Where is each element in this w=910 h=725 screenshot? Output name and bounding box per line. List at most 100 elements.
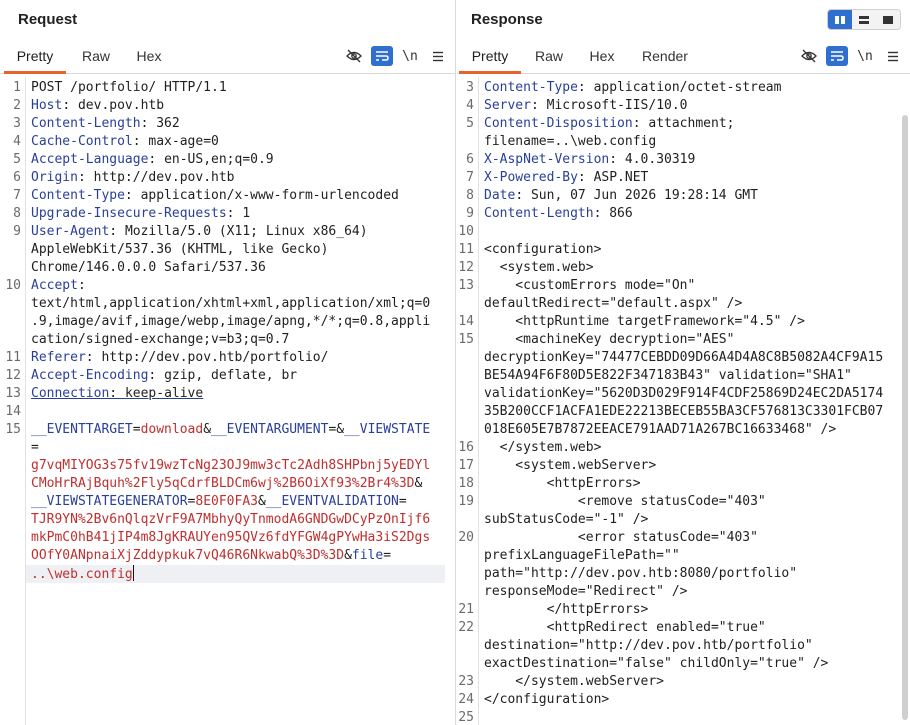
wrap-lines-icon[interactable] — [826, 46, 848, 66]
code-line[interactable]: Content-Type: application/octet-stream — [484, 79, 898, 97]
code-line[interactable]: </system.web> — [484, 439, 898, 457]
code-line[interactable]: User-Agent: Mozilla/5.0 (X11; Linux x86_… — [31, 223, 445, 241]
code-line[interactable]: Content-Type: application/x-www-form-url… — [31, 187, 445, 205]
request-tab-hex[interactable]: Hex — [126, 38, 172, 74]
wrap-lines-icon[interactable] — [371, 46, 393, 66]
code-line[interactable]: CMoHrRAjBquh%2Fly5qCdrfBLDCm6wj%2B6OiXf9… — [31, 475, 445, 493]
code-line[interactable]: POST /portfolio/ HTTP/1.1 — [31, 79, 445, 97]
header-separator: : — [148, 152, 165, 167]
header-value: Microsoft-IIS/10.0 — [546, 98, 688, 113]
code-line[interactable]: responseMode="Redirect" /> — [484, 583, 898, 601]
code-line[interactable]: validationKey="5620D3D029F914F4CDF25869D… — [484, 385, 898, 403]
code-line[interactable]: </configuration> — [484, 691, 898, 709]
code-line[interactable]: path="http://dev.pov.htb:8080/portfolio" — [484, 565, 898, 583]
code-line[interactable]: Cache-Control: max-age=0 — [31, 133, 445, 151]
header-value: 1 — [242, 206, 251, 221]
code-line[interactable]: defaultRedirect="default.aspx" /> — [484, 295, 898, 313]
code-line[interactable]: ..\web.config — [31, 565, 445, 583]
line-number: 24 — [458, 692, 474, 707]
code-line[interactable]: text/html,application/xhtml+xml,applicat… — [31, 295, 445, 313]
code-line[interactable]: Origin: http://dev.pov.htb — [31, 169, 445, 187]
code-line[interactable]: X-Powered-By: ASP.NET — [484, 169, 898, 187]
menu-icon[interactable] — [882, 46, 904, 66]
code-line[interactable]: <customErrors mode="On" — [484, 277, 898, 295]
code-line[interactable]: <configuration> — [484, 241, 898, 259]
code-line[interactable]: X-AspNet-Version: 4.0.30319 — [484, 151, 898, 169]
header-value: Mozilla/5.0 (X11; Linux x86_64) — [124, 224, 368, 239]
header-name: Accept-Encoding — [31, 368, 149, 383]
code-line[interactable]: <system.webServer> — [484, 457, 898, 475]
header-separator: : — [609, 152, 625, 167]
response-tab-render[interactable]: Render — [635, 38, 695, 74]
code-line[interactable]: <remove statusCode="403" — [484, 493, 898, 511]
newline-toggle[interactable]: \n — [399, 46, 421, 66]
code-line[interactable]: g7vqMIYOG3s75fv19wzTcNg23OJ9mw3cTc2Adh8S… — [31, 457, 445, 475]
code-line[interactable]: <httpRedirect enabled="true" — [484, 619, 898, 637]
code-line[interactable]: Accept-Encoding: gzip, deflate, br — [31, 367, 445, 385]
code-line[interactable]: decryptionKey="74477CEBDD09D66A4D4A8C8B5… — [484, 349, 898, 367]
code-line[interactable] — [484, 223, 898, 241]
header-name: Accept — [31, 278, 78, 293]
code-line[interactable]: </httpErrors> — [484, 601, 898, 619]
code-line[interactable]: Host: dev.pov.htb — [31, 97, 445, 115]
response-tab-pretty[interactable]: Pretty — [459, 38, 521, 74]
code-line[interactable]: <httpRuntime targetFramework="4.5" /> — [484, 313, 898, 331]
layout-side-by-side-button[interactable] — [828, 10, 852, 29]
code-line[interactable]: __EVENTTARGET=download&__EVENTARGUMENT=&… — [31, 421, 445, 439]
response-tab-hex[interactable]: Hex — [579, 38, 625, 74]
param-separator: & — [258, 494, 266, 509]
code-line[interactable]: Upgrade-Insecure-Requests: 1 — [31, 205, 445, 223]
code-line[interactable]: Content-Length: 866 — [484, 205, 898, 223]
code-line[interactable]: Accept-Language: en-US,en;q=0.9 — [31, 151, 445, 169]
hide-eye-icon[interactable] — [343, 46, 365, 66]
code-line[interactable]: OOfY0ANpnaiXjZddypkuk7vQ46R6NkwabQ%3D%3D… — [31, 547, 445, 565]
code-line[interactable]: 35B200CCF1ACFA1EDE22213BECEB55BA3CF57681… — [484, 403, 898, 421]
code-line[interactable]: filename=..\web.config — [484, 133, 898, 151]
code-line[interactable]: <system.web> — [484, 259, 898, 277]
response-line-gutter: 3 4 5 6 7 8 9 10 11 12 13 14 15 16 17 18 19 20 21 22 23 24 25 — [457, 77, 479, 725]
code-line[interactable]: TJR9YN%2Bv6nQlqzVrF9A7MbhyQyTnmodA6GNDGw… — [31, 511, 445, 529]
code-line[interactable]: BE54A94F6F80D5E822F347183B43" validation… — [484, 367, 898, 385]
code-line[interactable]: <error statusCode="403" — [484, 529, 898, 547]
code-line[interactable]: Content-Length: 362 — [31, 115, 445, 133]
code-line[interactable]: <httpErrors> — [484, 475, 898, 493]
hide-eye-icon[interactable] — [798, 46, 820, 66]
code-line[interactable]: Accept: — [31, 277, 445, 295]
code-line[interactable]: exactDestination="false" childOnly="true… — [484, 655, 898, 673]
code-line[interactable]: __VIEWSTATEGENERATOR = 8E0F0FA3&__EVENTVAL… — [31, 493, 445, 511]
menu-icon[interactable] — [427, 46, 449, 66]
param-separator: =& — [328, 422, 345, 437]
code-line[interactable]: 018E605E7B7872EEACE791AAD71A267BC1663346… — [484, 421, 898, 439]
newline-toggle[interactable]: \n — [854, 46, 876, 66]
code-line[interactable]: cation/signed-exchange;v=b3;q=0.7 — [31, 331, 445, 349]
code-line[interactable]: </system.webServer> — [484, 673, 898, 691]
code-line[interactable]: Connection: keep-alive — [31, 385, 445, 403]
code-line[interactable]: Content-Disposition: attachment; — [484, 115, 898, 133]
code-line[interactable]: destination="http://dev.pov.htb/portfoli… — [484, 637, 898, 655]
code-line[interactable] — [31, 403, 445, 421]
code-line[interactable]: AppleWebKit/537.36 (KHTML, like Gecko) — [31, 241, 445, 259]
code-line[interactable]: <machineKey decryption="AES" — [484, 331, 898, 349]
layout-tabs-button[interactable] — [876, 10, 900, 29]
code-line[interactable] — [484, 709, 898, 725]
header-name: X-Powered-By — [484, 170, 578, 185]
response-editor[interactable]: 3 4 5 6 7 8 9 10 11 12 13 14 15 16 17 18 19 20 21 22 23 24 25 … — [457, 77, 910, 725]
response-scrollbar[interactable] — [900, 77, 910, 725]
layout-stacked-button[interactable] — [852, 10, 876, 29]
code-line[interactable]: = — [31, 439, 445, 457]
response-tab-raw[interactable]: Raw — [525, 38, 573, 74]
line-number: 12 — [458, 260, 474, 275]
code-line[interactable]: Referer: http://dev.pov.htb/portfolio/ — [31, 349, 445, 367]
code-line[interactable]: prefixLanguageFilePath="" — [484, 547, 898, 565]
request-line-gutter: 1 2 3 4 5 6 7 8 9 10 11 12 13 14 15 — [0, 77, 26, 725]
code-line[interactable]: Server: Microsoft-IIS/10.0 — [484, 97, 898, 115]
request-tab-raw[interactable]: Raw — [72, 38, 120, 74]
response-scroll-thumb[interactable] — [902, 115, 908, 720]
code-line[interactable]: .9,image/avif,image/webp,image/apng,*/*;… — [31, 313, 445, 331]
code-line[interactable]: subStatusCode="-1" /> — [484, 511, 898, 529]
request-editor[interactable]: 1 2 3 4 5 6 7 8 9 10 11 12 13 14 15 POST /portfolio/ H… — [0, 77, 455, 725]
code-line[interactable]: Chrome/146.0.0.0 Safari/537.36 — [31, 259, 445, 277]
request-tab-pretty[interactable]: Pretty — [4, 38, 66, 74]
code-line[interactable]: mkPmC0hB41jIP4m8JgKRAUYen95QVz6fdYFGW4gP… — [31, 529, 445, 547]
code-line[interactable]: Date: Sun, 07 Jun 2026 19:28:14 GMT — [484, 187, 898, 205]
